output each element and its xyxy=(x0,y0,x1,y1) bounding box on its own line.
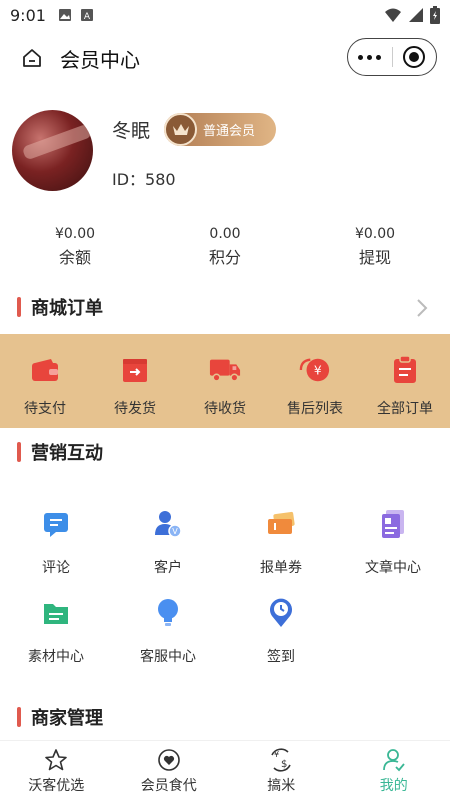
svg-text:$: $ xyxy=(281,759,287,770)
tab-label: 搞米 xyxy=(267,778,296,794)
tab-label: 我的 xyxy=(379,778,408,794)
tab-woke-select[interactable]: 沃客优选 xyxy=(0,741,113,800)
more-menu-button[interactable] xyxy=(348,54,392,60)
tab-member-food[interactable]: 会员食代 xyxy=(113,741,226,800)
grid-item-customer[interactable]: V 客户 xyxy=(112,509,224,577)
svg-text:¥: ¥ xyxy=(314,364,322,378)
wallet-icon xyxy=(29,354,61,386)
chevron-right-icon[interactable] xyxy=(416,298,428,318)
folder-icon xyxy=(41,598,71,628)
section-accent-bar xyxy=(17,707,21,727)
section-accent-bar xyxy=(17,297,21,317)
order-pending-receipt[interactable]: 待收货 xyxy=(180,334,270,428)
section-title: 营销互动 xyxy=(31,443,103,464)
order-all[interactable]: 全部订单 xyxy=(360,334,450,428)
marketing-section-header: 营销互动 xyxy=(0,437,450,467)
status-bar: 9:01 A xyxy=(0,0,450,30)
user-nickname: 冬眠 xyxy=(112,120,151,142)
nav-bar: 会员中心 xyxy=(0,30,450,86)
gallery-icon xyxy=(58,9,71,21)
section-title: 商家管理 xyxy=(31,708,103,729)
grid-label: 文章中心 xyxy=(365,560,421,576)
user-id: ID：580 xyxy=(112,170,176,189)
grid-item-comment[interactable]: 评论 xyxy=(0,509,112,577)
grid-item-ticket[interactable]: 报单券 xyxy=(225,509,337,577)
grid-item-articles[interactable]: 文章中心 xyxy=(337,509,449,577)
account-stats: ¥0.00 余额 0.00 积分 ¥0.00 提现 xyxy=(0,226,450,268)
checkin-pin-icon xyxy=(266,598,296,628)
bottom-tab-bar: 沃客优选 会员食代 ¥ $ 搞米 我的 xyxy=(0,740,450,800)
order-after-sales[interactable]: ¥ 售后列表 xyxy=(270,334,360,428)
stat-label: 积分 xyxy=(208,248,241,267)
stat-points[interactable]: 0.00 积分 xyxy=(150,226,300,268)
customer-icon: V xyxy=(153,509,183,539)
member-level-label: 普通会员 xyxy=(203,124,256,139)
close-miniprogram-button[interactable] xyxy=(392,46,436,68)
tab-label: 沃客优选 xyxy=(28,778,85,794)
wifi-icon xyxy=(385,8,401,22)
truck-icon xyxy=(209,354,241,386)
article-icon xyxy=(378,509,408,539)
grid-label: 素材中心 xyxy=(28,649,84,665)
orders-section-header[interactable]: 商城订单 xyxy=(0,292,450,322)
clipboard-icon xyxy=(389,354,421,386)
tab-mine[interactable]: 我的 xyxy=(338,741,450,800)
crown-icon xyxy=(164,113,197,146)
tab-gaomi[interactable]: ¥ $ 搞米 xyxy=(225,741,338,800)
money-cycle-icon: ¥ $ xyxy=(268,747,294,773)
stat-withdraw[interactable]: ¥0.00 提现 xyxy=(300,226,450,268)
order-label: 待支付 xyxy=(24,401,66,417)
comment-icon xyxy=(41,509,71,539)
grid-label: 报单券 xyxy=(260,560,302,576)
app-notification-icon: A xyxy=(80,9,93,22)
tab-label: 会员食代 xyxy=(140,778,197,794)
order-pending-payment[interactable]: 待支付 xyxy=(0,334,90,428)
grid-item-service[interactable]: 客服中心 xyxy=(112,598,224,666)
stat-value: ¥0.00 xyxy=(354,226,396,242)
stat-label: 提现 xyxy=(358,248,391,267)
target-icon xyxy=(403,46,426,68)
stat-label: 余额 xyxy=(58,248,91,267)
more-dot xyxy=(376,54,382,60)
grid-label: 客户 xyxy=(154,560,182,576)
lightbulb-icon xyxy=(153,598,183,628)
grid-label: 签到 xyxy=(267,649,295,665)
more-dot xyxy=(367,54,373,60)
grid-label: 评论 xyxy=(42,560,70,576)
stat-value: 0.00 xyxy=(209,226,241,242)
member-level-badge[interactable]: 普通会员 xyxy=(164,113,276,146)
home-icon[interactable] xyxy=(20,46,44,70)
order-label: 售后列表 xyxy=(287,401,343,417)
order-label: 待发货 xyxy=(114,401,156,417)
avatar[interactable] xyxy=(12,110,93,191)
miniprogram-capsule xyxy=(347,38,437,76)
order-status-bar: 待支付 待发货 待收货 ¥ 售后列表 全部订单 xyxy=(0,334,450,428)
yuan-coin-icon: ¥ xyxy=(299,354,331,386)
ticket-icon xyxy=(266,509,296,539)
grid-label: 客服中心 xyxy=(140,649,196,665)
order-pending-shipment[interactable]: 待发货 xyxy=(90,334,180,428)
star-icon xyxy=(43,747,69,773)
target-dot xyxy=(409,52,420,62)
package-out-icon xyxy=(119,354,151,386)
order-label: 全部订单 xyxy=(377,401,433,417)
more-dots-icon xyxy=(358,54,364,60)
section-title: 商城订单 xyxy=(31,298,103,319)
grid-item-materials[interactable]: 素材中心 xyxy=(0,598,112,666)
order-label: 待收货 xyxy=(204,401,246,417)
signal-icon xyxy=(409,8,423,22)
battery-icon xyxy=(430,6,440,24)
stat-value: ¥0.00 xyxy=(54,226,96,242)
page-title: 会员中心 xyxy=(60,48,140,72)
stat-balance[interactable]: ¥0.00 余额 xyxy=(0,226,150,268)
user-check-icon xyxy=(381,747,407,773)
grid-item-checkin[interactable]: 签到 xyxy=(225,598,337,666)
section-accent-bar xyxy=(17,442,21,462)
svg-text:¥: ¥ xyxy=(274,750,279,759)
heart-circle-icon xyxy=(156,747,182,773)
svg-text:A: A xyxy=(84,12,91,22)
svg-text:V: V xyxy=(172,527,178,536)
status-time: 9:01 xyxy=(10,5,46,25)
merchant-section-header: 商家管理 xyxy=(0,702,450,732)
